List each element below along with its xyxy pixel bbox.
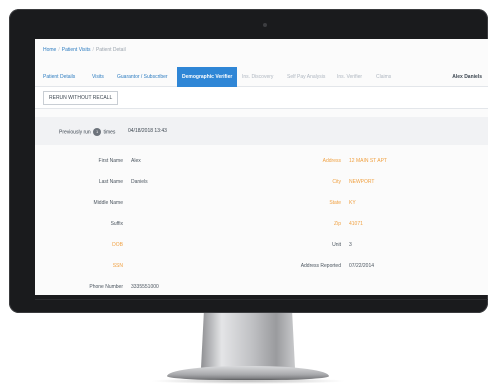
app-screen: Home / Patient Visits / Patient Detail Patie… (35, 39, 488, 295)
toolbar: RERUN WITHOUT RECALL (35, 87, 488, 109)
field-value-unit: 3 (349, 242, 352, 248)
breadcrumb-patient-visits[interactable]: Patient Visits (62, 47, 91, 53)
field-label-unit: Unit (332, 242, 341, 248)
tab-ins-discovery[interactable]: Ins. Discovery (242, 72, 273, 82)
field-label-last-name: Last Name (98, 179, 123, 185)
monitor-bezel: Home / Patient Visits / Patient Detail Patie… (9, 9, 488, 313)
monitor-shadow (150, 378, 346, 384)
bezel-chin (35, 299, 488, 300)
tab-ins-verifier[interactable]: Ins. Verifier (337, 72, 362, 82)
breadcrumb: Home / Patient Visits / Patient Detail (43, 47, 126, 53)
run-date: 04/18/2018 13:43 (128, 128, 167, 134)
user-name[interactable]: Alex Daniels (452, 72, 482, 82)
field-label-city: City (332, 179, 341, 185)
tab-patient-details[interactable]: Patient Details (43, 72, 75, 82)
tab-visits[interactable]: Visits (92, 72, 104, 82)
tab-guarantor-subscriber[interactable]: Guarantor / Subscriber (117, 72, 168, 82)
field-label-middle-name: Middle Name (93, 200, 123, 206)
field-label-suffix: Suffix (110, 221, 123, 227)
field-value-first-name: Alex (131, 158, 141, 164)
run-count-suffix: times (103, 129, 116, 136)
tab-self-pay-analysis[interactable]: Self Pay Analysis (287, 72, 325, 82)
field-label-zip: Zip (334, 221, 341, 227)
run-count-label: Previously run 1 times (59, 128, 115, 136)
tab-demographic-verifier[interactable]: Demographic Verifier (177, 67, 238, 87)
monitor-stand-neck (201, 313, 295, 368)
field-value-last-name: Daniels (131, 179, 148, 185)
field-label-dob: DOB (112, 242, 123, 248)
field-value-city: NEWPORT (349, 179, 375, 185)
tab-bar: Patient Details Visits Guarantor / Subsc… (35, 67, 488, 87)
field-label-address: Address (322, 158, 341, 164)
run-count-badge: 1 (93, 128, 102, 136)
tab-claims[interactable]: Claims (376, 72, 391, 82)
field-value-zip: 41071 (349, 221, 363, 227)
field-value-address: 12 MAIN ST APT (349, 158, 387, 164)
run-count-prefix: Previously run (59, 129, 91, 136)
field-value-phone-number: 3335551000 (131, 284, 159, 290)
breadcrumb-current: Patient Detail (95, 47, 126, 53)
field-value-state: KY (349, 200, 356, 206)
field-label-address-reported: Address Reported (300, 263, 341, 269)
camera-dot (263, 23, 267, 27)
rerun-without-recall-button[interactable]: RERUN WITHOUT RECALL (43, 91, 119, 105)
field-value-address-reported: 07/22/2014 (349, 263, 375, 269)
run-history-row: Previously run 1 times 04/18/2018 13:43 (35, 117, 488, 145)
field-label-state: State (329, 200, 341, 206)
field-label-first-name: First Name (98, 158, 123, 164)
breadcrumb-home[interactable]: Home (43, 47, 56, 53)
field-label-phone-number: Phone Number (89, 284, 123, 290)
breadcrumb-separator: / (58, 47, 60, 53)
field-label-ssn: SSN (112, 263, 123, 269)
breadcrumb-separator: / (92, 47, 94, 53)
